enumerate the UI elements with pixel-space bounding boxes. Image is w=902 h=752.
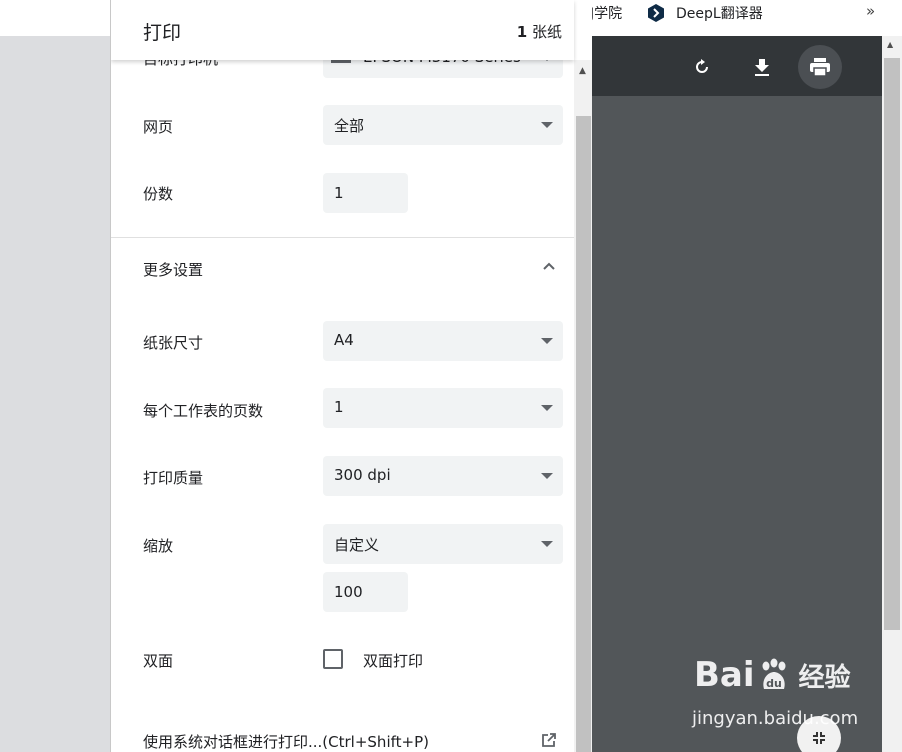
pages-select[interactable]: 全部 bbox=[323, 105, 563, 145]
pdf-preview-area bbox=[592, 36, 882, 752]
dialog-settings: 目标打印机 EPSON M3170 Series 网页 全部 份数 更多设置 纸… bbox=[111, 0, 574, 752]
more-settings-label[interactable]: 更多设置 bbox=[143, 259, 203, 280]
dropdown-caret-icon bbox=[541, 473, 553, 479]
scroll-up-arrow-icon[interactable]: ▲ bbox=[887, 40, 893, 49]
paw-icon: du bbox=[762, 658, 786, 690]
copies-input[interactable] bbox=[323, 173, 408, 213]
scroll-up-arrow-icon[interactable]: ▲ bbox=[579, 66, 586, 76]
pages-per-sheet-value: 1 bbox=[334, 398, 344, 416]
quality-value: 300 dpi bbox=[334, 466, 391, 484]
open-external-icon[interactable] bbox=[541, 732, 557, 748]
paper-size-label: 纸张尺寸 bbox=[143, 334, 204, 352]
page-scrollbar[interactable]: ▲ bbox=[882, 36, 902, 752]
sheet-count-unit: 张纸 bbox=[531, 23, 562, 41]
dropdown-caret-icon bbox=[541, 541, 553, 547]
scale-percent-input[interactable] bbox=[323, 572, 408, 612]
more-bookmarks-button[interactable]: » bbox=[866, 2, 875, 20]
download-icon bbox=[755, 59, 769, 76]
svg-text:du: du bbox=[766, 677, 782, 690]
bookmark-college[interactable]: J学院 bbox=[590, 3, 622, 23]
printer-icon bbox=[810, 58, 830, 77]
print-dialog: 打印 1 张纸 目标打印机 EPSON M3170 Series 网页 全部 份… bbox=[110, 0, 592, 752]
paper-size-select[interactable]: A4 bbox=[323, 321, 563, 361]
dialog-scrollbar[interactable]: ▲ bbox=[574, 60, 592, 752]
sheet-count-number: 1 bbox=[516, 23, 528, 41]
duplex-option-label[interactable]: 双面打印 bbox=[363, 650, 423, 671]
download-button[interactable] bbox=[740, 47, 784, 87]
rotate-icon bbox=[696, 59, 708, 73]
chevron-up-icon[interactable] bbox=[541, 258, 557, 274]
pdf-toolbar bbox=[592, 36, 882, 96]
collapse-icon bbox=[813, 732, 825, 744]
scale-select[interactable]: 自定义 bbox=[323, 524, 563, 564]
section-divider bbox=[111, 237, 574, 238]
bookmark-deepl[interactable]: DeepL翻译器 bbox=[646, 3, 763, 23]
system-dialog-link[interactable]: 使用系统对话框进行打印...(Ctrl+Shift+P) bbox=[143, 731, 429, 752]
watermark-url: jingyan.baidu.com bbox=[692, 708, 859, 729]
dialog-title: 打印 bbox=[143, 22, 182, 44]
rotate-button[interactable] bbox=[680, 47, 724, 87]
bookmark-label: DeepL翻译器 bbox=[676, 6, 763, 22]
baidu-watermark-logo: Bai du 经验 bbox=[694, 655, 851, 695]
copies-label: 份数 bbox=[143, 185, 174, 203]
bookmark-label: J学院 bbox=[590, 6, 623, 22]
pages-per-sheet-select[interactable]: 1 bbox=[323, 388, 563, 428]
watermark-brand-cn: 经验 bbox=[798, 662, 851, 693]
sheet-count: 1 张纸 bbox=[517, 21, 562, 42]
dropdown-caret-icon bbox=[541, 338, 553, 344]
scrollbar-thumb[interactable] bbox=[884, 58, 900, 630]
dropdown-caret-icon bbox=[541, 405, 553, 411]
watermark-brand: Bai bbox=[694, 655, 755, 695]
print-button[interactable] bbox=[798, 45, 842, 89]
dropdown-caret-icon bbox=[541, 122, 553, 128]
scale-label: 缩放 bbox=[143, 537, 174, 555]
scrollbar-thumb[interactable] bbox=[576, 116, 591, 752]
paper-size-value: A4 bbox=[334, 331, 354, 349]
duplex-label: 双面 bbox=[143, 652, 174, 670]
pages-per-sheet-label: 每个工作表的页数 bbox=[143, 402, 264, 420]
pages-label: 网页 bbox=[143, 118, 174, 136]
deepl-icon bbox=[648, 4, 664, 22]
duplex-checkbox[interactable] bbox=[323, 649, 343, 669]
quality-label: 打印质量 bbox=[143, 469, 204, 487]
dialog-header: 打印 1 张纸 bbox=[111, 0, 574, 60]
quality-select[interactable]: 300 dpi bbox=[323, 456, 563, 496]
scale-value: 自定义 bbox=[334, 536, 380, 554]
pages-value: 全部 bbox=[334, 117, 365, 135]
